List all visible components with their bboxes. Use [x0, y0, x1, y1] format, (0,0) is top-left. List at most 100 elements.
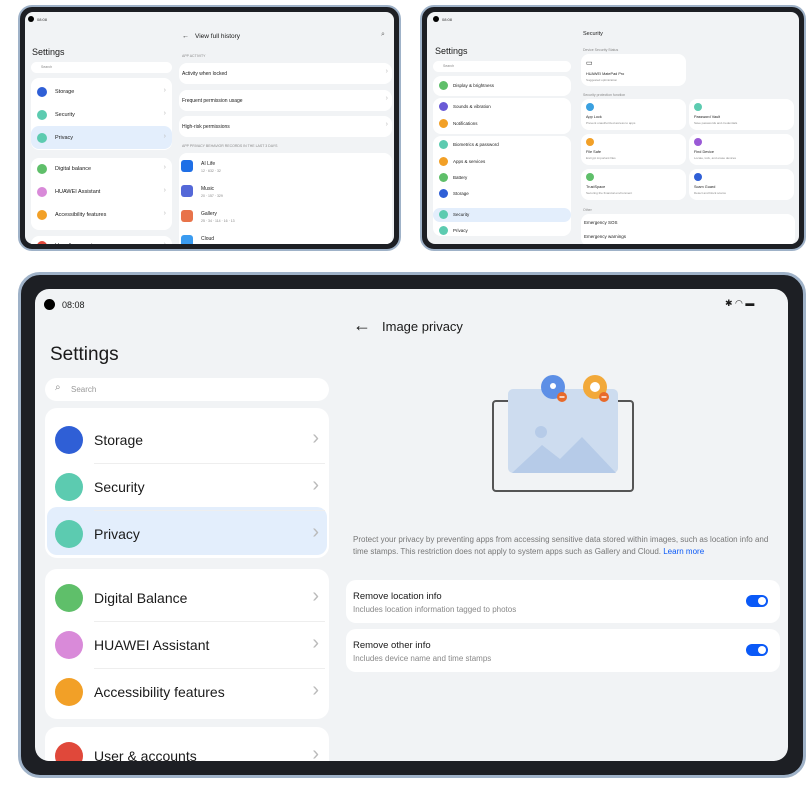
- feature-desc: Save passwords and credentials: [694, 121, 738, 125]
- app-record-music[interactable]: Music 20 · 157 · 329: [181, 183, 381, 205]
- toggle-row-remove-other-info[interactable]: Remove other info Includes device name an…: [346, 629, 780, 672]
- menu-label: HUAWEI Assistant: [94, 637, 210, 653]
- chevron-right-icon: ›: [163, 187, 166, 194]
- divider: [94, 510, 325, 511]
- app-icon: [181, 185, 193, 197]
- menu-label: User & accounts: [55, 243, 95, 244]
- menu-item-digital-balance[interactable]: Digital balance ›: [33, 162, 170, 176]
- menu-icon: [37, 164, 47, 174]
- toggle-switch[interactable]: [746, 644, 768, 656]
- feature-scam-guard[interactable]: Scam Guard Detect and block scams: [689, 169, 794, 200]
- search-input[interactable]: Search: [31, 62, 172, 73]
- row-high-risk-permissions[interactable]: High-risk permissions ›: [179, 116, 392, 137]
- chevron-right-icon: ›: [312, 474, 319, 496]
- menu-icon: [37, 241, 47, 244]
- feature-app-lock[interactable]: App Lock Prevent unauthorized access to a…: [581, 99, 686, 130]
- menu-item-user-accounts[interactable]: User & accounts ›: [49, 737, 325, 761]
- device-status-card[interactable]: ▭ HUAWEI MatePad Pro Suggested optimizat…: [581, 54, 686, 86]
- chevron-right-icon: ›: [385, 121, 388, 128]
- menu-item-apps-services[interactable]: Apps & services: [435, 156, 569, 168]
- row-label: Activity when locked: [182, 71, 228, 77]
- divider: [94, 621, 325, 622]
- menu-item-huawei-assistant[interactable]: HUAWEI Assistant ›: [33, 185, 170, 199]
- menu-item-user-accounts[interactable]: User & accounts ›: [33, 239, 170, 244]
- chevron-right-icon: ›: [312, 632, 319, 654]
- search-icon[interactable]: ⌕: [381, 31, 385, 39]
- menu-item-privacy[interactable]: Privacy: [435, 225, 569, 237]
- menu-item-accessibility-features[interactable]: Accessibility features ›: [49, 673, 325, 711]
- feature-icon: [694, 173, 702, 181]
- feature-icon: [586, 103, 594, 111]
- menu-item-privacy[interactable]: Privacy ›: [33, 131, 170, 145]
- menu-icon: [55, 631, 83, 659]
- app-name: Cloud: [201, 236, 215, 242]
- feature-file-safe[interactable]: File Safe Encrypt important files: [581, 134, 686, 165]
- description-text: Protect your privacy by preventing apps …: [353, 535, 769, 556]
- menu-icon: [55, 584, 83, 612]
- menu-item-privacy[interactable]: Privacy ›: [49, 515, 325, 553]
- menu-item-storage[interactable]: Storage ›: [49, 421, 325, 464]
- toggle-row-remove-location-info[interactable]: Remove location info Includes location in…: [346, 580, 780, 623]
- menu-icon: [439, 119, 448, 128]
- section-header: Device Security Status: [583, 48, 619, 52]
- screen: 08:08 ✱ ◠ ▬ Settings ⌕ Search Storage › Se…: [35, 289, 788, 761]
- menu-item-biometrics-password[interactable]: Biometrics & password: [435, 139, 569, 151]
- divider: [94, 668, 325, 669]
- feature-desc: Securing the financial environment: [586, 191, 633, 195]
- feature-find-device[interactable]: Find Device Locate, lock, and erase devic…: [689, 134, 794, 165]
- toggle-switch[interactable]: [746, 595, 768, 607]
- search-input[interactable]: ⌕ Search: [45, 378, 329, 401]
- emergency-warnings-item[interactable]: Emergency warnings: [584, 234, 626, 239]
- app-record-ai-life[interactable]: AI Life 12 · 632 · 32: [181, 158, 381, 180]
- tablet-security: 08:08 Settings Search Display & brightne…: [420, 5, 806, 251]
- image-privacy-illustration: [492, 375, 634, 492]
- menu-label: Accessibility features: [94, 684, 225, 700]
- camera: [44, 299, 55, 310]
- app-record-gallery[interactable]: Gallery 25 · 34 · 114 · 16 · 13: [181, 208, 381, 230]
- app-record-cloud[interactable]: Cloud63 · 102: [181, 233, 381, 244]
- menu-item-security[interactable]: Security ›: [33, 108, 170, 122]
- menu-item-notifications[interactable]: Notifications: [435, 118, 569, 130]
- back-arrow-icon[interactable]: ←: [353, 315, 371, 336]
- menu-icon: [439, 102, 448, 111]
- search-input[interactable]: Search: [433, 61, 571, 72]
- feature-trustspace[interactable]: TrustSpace Securing the financial environ…: [581, 169, 686, 200]
- menu-item-huawei-assistant[interactable]: HUAWEI Assistant ›: [49, 626, 325, 669]
- menu-icon: [55, 678, 83, 706]
- menu-label: Biometrics & password: [453, 142, 499, 147]
- menu-label: Digital balance: [55, 166, 92, 172]
- chevron-right-icon: ›: [163, 87, 166, 94]
- menu-item-digital-balance[interactable]: Digital Balance ›: [49, 579, 325, 622]
- menu-item-storage[interactable]: Storage ›: [33, 85, 170, 99]
- menu-item-battery[interactable]: Battery: [435, 172, 569, 184]
- menu-icon: [439, 81, 448, 90]
- row-activity-when-locked[interactable]: Activity when locked ›: [179, 63, 392, 84]
- status-time: 08:08: [442, 17, 453, 22]
- emergency-sos-item[interactable]: Emergency SOS: [584, 220, 618, 225]
- app-stats: 12 · 632 · 32: [201, 169, 221, 173]
- chevron-right-icon: ›: [163, 164, 166, 171]
- feature-name: Password Vault: [694, 115, 721, 119]
- menu-item-storage[interactable]: Storage: [435, 188, 569, 200]
- camera: [433, 16, 439, 22]
- chevron-right-icon: ›: [164, 241, 166, 244]
- menu-item-accessibility-features[interactable]: Accessibility features ›: [33, 208, 170, 222]
- tablet-view-full-history: 08:08 Settings Search Storage › Security › P…: [18, 5, 401, 251]
- menu-item-security[interactable]: Security: [435, 209, 569, 221]
- menu-item-display-brightness[interactable]: Display & brightness: [435, 80, 569, 92]
- menu-item-security[interactable]: Security ›: [49, 468, 325, 511]
- screen: 08:08 Settings Search Storage › Security › P…: [25, 12, 394, 244]
- learn-more-link[interactable]: Learn more: [663, 547, 704, 556]
- feature-name: Scam Guard: [694, 185, 716, 189]
- chevron-right-icon: ›: [312, 521, 319, 543]
- menu-item-sounds-vibration[interactable]: Sounds & vibration: [435, 101, 569, 113]
- feature-password-vault[interactable]: Password Vault Save passwords and credent…: [689, 99, 794, 130]
- status-time: 08:08: [62, 300, 85, 310]
- tablet-icon: ▭: [586, 60, 593, 67]
- menu-icon: [37, 210, 47, 220]
- back-arrow-icon[interactable]: ←: [182, 33, 189, 40]
- chevron-right-icon: ›: [385, 95, 388, 102]
- row-frequent-permission-usage[interactable]: Frequent permission usage ›: [179, 90, 392, 111]
- app-icon: [181, 235, 193, 244]
- menu-label: Privacy: [453, 228, 468, 233]
